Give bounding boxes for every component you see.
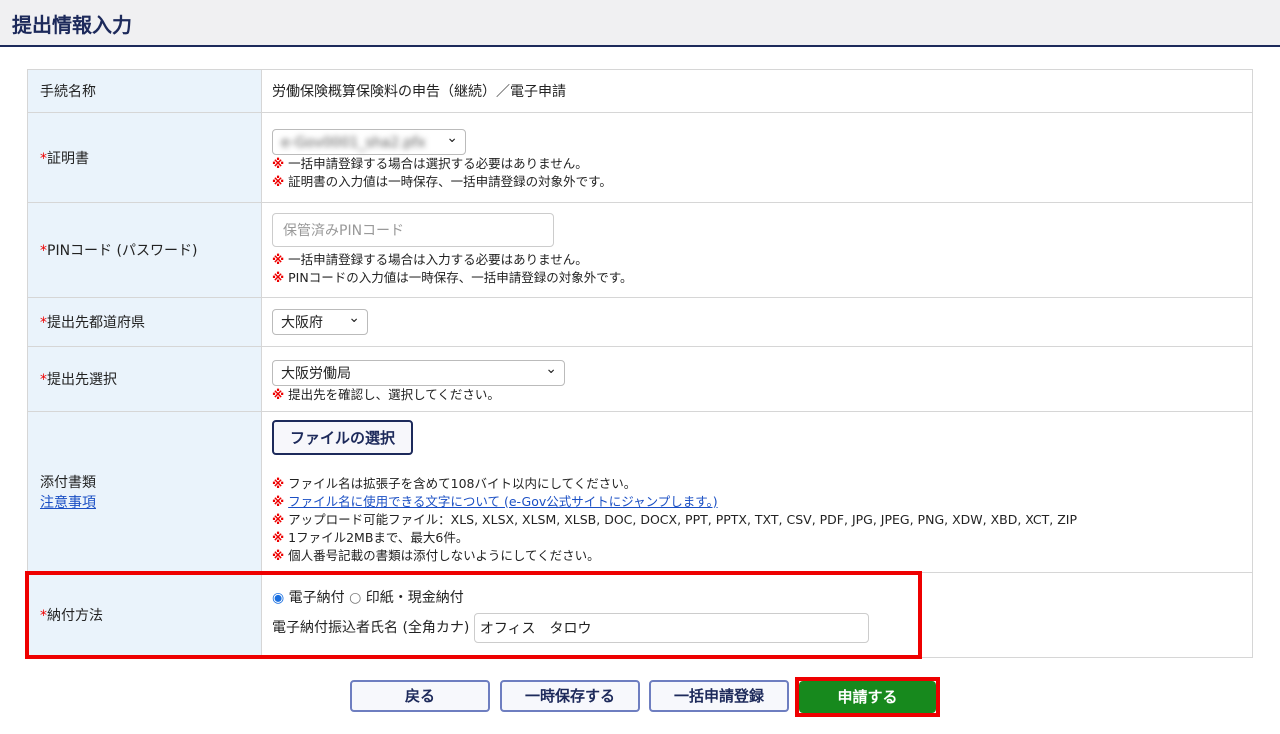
prefecture-select[interactable]: 大阪府: [272, 305, 368, 335]
row-prefecture: *提出先都道府県 大阪府: [27, 297, 1253, 347]
filename-chars-link[interactable]: ファイル名に使用できる文字について (e-Gov公式サイトにジャンプします。): [288, 494, 718, 509]
certificate-select[interactable]: e-Gov0001_sha2.pfx: [272, 125, 466, 155]
bulk-register-button[interactable]: 一括申請登録: [649, 680, 789, 712]
back-button[interactable]: 戻る: [350, 680, 490, 712]
row-destination: *提出先選択 大阪労働局 ※ 提出先を確認し、選択してください。: [27, 346, 1253, 412]
destination-select[interactable]: 大阪労働局: [272, 356, 565, 386]
label-attachment: 添付書類: [40, 475, 96, 491]
row-attachment: 添付書類 注意事項 ファイルの選択 ※ ファイル名は拡張子を含めて108バイト以内…: [27, 411, 1253, 573]
pin-input[interactable]: 保管済みPINコード: [272, 213, 554, 247]
row-certificate: *証明書 e-Gov0001_sha2.pfx ※ 一括申請登録する場合は選択す…: [27, 112, 1253, 203]
label-destination: 提出先選択: [47, 372, 117, 388]
submit-button[interactable]: 申請する: [799, 681, 936, 713]
title-bar: 提出情報入力: [0, 0, 1280, 47]
highlight-payment: [25, 571, 922, 659]
choose-file-button[interactable]: ファイルの選択: [272, 419, 414, 455]
row-procedure: 手続名称 労働保険概算保険料の申告（継続）／電子申請: [27, 69, 1253, 113]
form-table: 手続名称 労働保険概算保険料の申告（継続）／電子申請 *証明書 e-Gov000…: [27, 69, 1253, 658]
page-title: 提出情報入力: [12, 13, 132, 37]
label-procedure: 手続名称: [27, 69, 262, 113]
label-certificate: 証明書: [47, 150, 89, 167]
label-prefecture: 提出先都道府県: [47, 315, 145, 331]
save-draft-button[interactable]: 一時保存する: [500, 680, 640, 712]
label-pin: PINコード (パスワード): [47, 243, 198, 259]
procedure-name: 労働保険概算保険料の申告（継続）／電子申請: [261, 69, 1253, 113]
cautions-link[interactable]: 注意事項: [40, 495, 96, 511]
row-pin: *PINコード (パスワード) 保管済みPINコード ※ 一括申請登録する場合は…: [27, 202, 1253, 298]
